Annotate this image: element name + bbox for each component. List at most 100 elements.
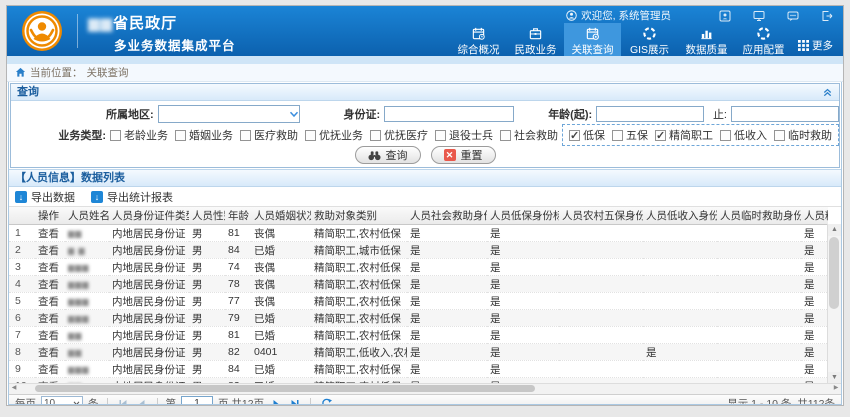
checkbox-input[interactable]	[655, 130, 666, 141]
checkbox-input[interactable]	[305, 130, 316, 141]
message-icon[interactable]	[787, 10, 799, 22]
age-from-input[interactable]	[596, 106, 704, 122]
cell-low-income-flag	[643, 310, 717, 327]
checkbox-option[interactable]: 低收入	[720, 127, 767, 143]
monitor-icon[interactable]	[753, 10, 765, 22]
checkbox-input[interactable]	[720, 130, 731, 141]
binoculars-icon	[368, 150, 381, 161]
checkbox-option[interactable]: 低保	[569, 127, 605, 143]
age-to-input[interactable]	[731, 106, 839, 122]
nav-item-app-config[interactable]: 应用配置	[735, 23, 792, 57]
checkbox-option[interactable]: 精简职工	[655, 127, 713, 143]
scroll-up-button[interactable]: ▲	[828, 224, 841, 236]
header-titles: ▆▆省民政厅 多业务数据集成平台	[88, 6, 236, 56]
prev-page-button[interactable]	[135, 399, 149, 406]
view-link[interactable]: 查看	[38, 330, 59, 342]
col-age: 年龄	[225, 207, 251, 225]
checkbox-option[interactable]: 优抚医疗	[370, 127, 428, 143]
cell-gender: 男	[189, 276, 225, 293]
vertical-scrollbar[interactable]: ▲ ▼	[827, 224, 841, 384]
checkbox-option[interactable]: 退役士兵	[435, 127, 493, 143]
checkbox-input[interactable]	[175, 130, 186, 141]
checkbox-input[interactable]	[110, 130, 121, 141]
cell-id-type: 内地居民身份证	[109, 327, 189, 344]
checkbox-option[interactable]: 五保	[612, 127, 648, 143]
cell-dibao-flag: 是	[487, 276, 559, 293]
per-page-select[interactable]: 10	[41, 396, 83, 405]
id-badge-icon[interactable]	[719, 10, 731, 22]
col-action: 操作	[35, 207, 65, 225]
checkbox-input[interactable]	[370, 130, 381, 141]
checkbox-option[interactable]: 优抚业务	[305, 127, 363, 143]
cell-social-flag: 是	[407, 361, 487, 378]
export-data-button[interactable]: ↓ 导出数据	[15, 189, 75, 205]
checkbox-label: 五保	[626, 127, 648, 143]
view-link[interactable]: 查看	[38, 364, 59, 376]
divider	[157, 398, 158, 405]
reset-button[interactable]: ✕ 重置	[431, 146, 496, 164]
export-report-button[interactable]: ↓ 导出统计报表	[91, 189, 173, 205]
refresh-button[interactable]	[319, 398, 334, 405]
cell-wubao-flag	[559, 276, 643, 293]
view-link[interactable]: 查看	[38, 262, 59, 274]
action-cell: 查看	[35, 310, 65, 327]
nav-item-gis[interactable]: GIS展示	[621, 23, 678, 57]
view-link[interactable]: 查看	[38, 228, 59, 240]
reset-button-label: 重置	[461, 147, 483, 163]
view-link[interactable]: 查看	[38, 245, 59, 257]
scroll-right-button[interactable]: ▶	[831, 384, 841, 393]
view-link[interactable]: 查看	[38, 279, 59, 291]
nav-item-more[interactable]: 更多	[792, 23, 843, 57]
checkbox-input[interactable]	[612, 130, 623, 141]
checkbox-option[interactable]: 社会救助	[500, 127, 558, 143]
horizontal-scrollbar[interactable]: ◀ ▶	[9, 383, 841, 394]
next-page-button[interactable]	[269, 399, 283, 406]
row-number: 4	[9, 276, 35, 293]
breadcrumb-current[interactable]: 关联查询	[87, 65, 129, 80]
page-number-input[interactable]	[181, 396, 213, 406]
reset-x-icon: ✕	[444, 149, 456, 161]
search-button[interactable]: 查询	[355, 146, 421, 164]
cell-low-income-flag	[643, 242, 717, 259]
col-wubao-flag: 人员农村五保身份标志	[559, 207, 643, 225]
logout-icon[interactable]	[821, 10, 833, 22]
checkbox-input[interactable]	[500, 130, 511, 141]
cell-age: 74	[225, 259, 251, 276]
checkbox-input[interactable]	[569, 130, 580, 141]
nav-item-civil-affairs[interactable]: 民政业务	[507, 23, 564, 57]
nav-item-related-query[interactable]: 关联查询	[564, 23, 621, 57]
cell-id-type: 内地居民身份证	[109, 361, 189, 378]
view-link[interactable]: 查看	[38, 347, 59, 359]
vertical-scroll-thumb[interactable]	[829, 237, 839, 309]
view-link[interactable]: 查看	[38, 313, 59, 325]
checkbox-option[interactable]: 婚姻业务	[175, 127, 233, 143]
checkbox-input[interactable]	[774, 130, 785, 141]
cell-id-type: 内地居民身份证	[109, 259, 189, 276]
name-cell: ▆▆▆	[65, 310, 109, 327]
person-name-redacted: ▆▆	[68, 331, 82, 340]
last-page-button[interactable]	[288, 399, 302, 406]
collapse-panel-icon[interactable]	[822, 87, 833, 98]
region-select[interactable]	[158, 105, 301, 123]
horizontal-scroll-thumb[interactable]	[35, 385, 535, 392]
checkbox-option[interactable]: 临时救助	[774, 127, 832, 143]
list-section-header: 【人员信息】数据列表	[9, 169, 841, 187]
scroll-left-button[interactable]: ◀	[9, 384, 19, 393]
checkbox-input[interactable]	[435, 130, 446, 141]
cell-age: 81	[225, 327, 251, 344]
cell-marital: 丧偶	[251, 225, 311, 242]
checkbox-input[interactable]	[240, 130, 251, 141]
download-icon: ↓	[91, 191, 103, 203]
header-accent-strip	[7, 56, 843, 64]
app-window: ▆▆省民政厅 多业务数据集成平台 欢迎您, 系统管理员 综合概	[6, 5, 844, 406]
nav-item-data-quality[interactable]: 数据质量	[678, 23, 735, 57]
view-link[interactable]: 查看	[38, 296, 59, 308]
id-card-input[interactable]	[384, 106, 514, 122]
name-cell: ▆▆	[65, 327, 109, 344]
checkbox-option[interactable]: 老龄业务	[110, 127, 168, 143]
divider	[107, 398, 108, 405]
checkbox-option[interactable]: 医疗救助	[240, 127, 298, 143]
nav-item-overview[interactable]: 综合概况	[450, 23, 507, 57]
first-page-button[interactable]	[116, 399, 130, 406]
cell-temp-flag	[717, 327, 801, 344]
